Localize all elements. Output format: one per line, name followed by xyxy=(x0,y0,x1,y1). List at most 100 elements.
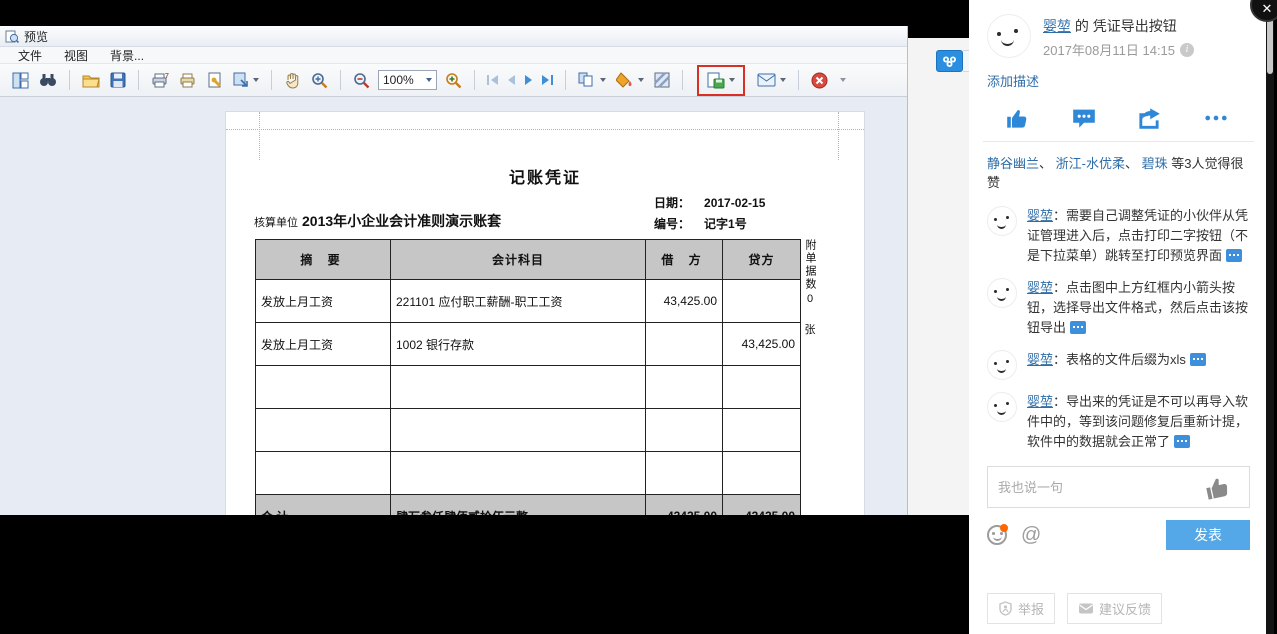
zoom-in-button[interactable] xyxy=(443,70,464,91)
margin-guide xyxy=(259,112,260,160)
cell-debit xyxy=(645,322,723,366)
table-total-row: 合 计 肆万叁仟肆佰贰拾伍元整 43425.00 43425.00 xyxy=(255,494,801,515)
margin-guide xyxy=(226,129,864,130)
multipage-icon xyxy=(578,72,593,87)
colon: ： xyxy=(1053,208,1067,223)
next-page-button[interactable] xyxy=(523,73,534,87)
open-button[interactable] xyxy=(80,71,102,90)
cell-summary xyxy=(255,451,391,495)
more-button[interactable] xyxy=(1203,107,1229,129)
comment-button[interactable] xyxy=(1072,107,1096,129)
cell-summary: 发放上月工资 xyxy=(255,322,391,366)
close-preview-button[interactable] xyxy=(809,70,830,91)
email-icon xyxy=(757,73,776,87)
pan-button[interactable] xyxy=(282,70,303,91)
overflow-caret-icon xyxy=(839,78,846,82)
comment-author-link[interactable]: 婴堃 xyxy=(1027,208,1053,223)
info-icon[interactable]: i xyxy=(1180,42,1195,57)
menu-view[interactable]: 视图 xyxy=(64,47,88,64)
cell-debit xyxy=(645,408,723,452)
liker-link[interactable]: 静谷幽兰 xyxy=(987,156,1039,171)
export-save-icon xyxy=(707,72,725,88)
author-link[interactable]: 婴堃 xyxy=(1043,18,1071,34)
avatar[interactable] xyxy=(987,278,1017,308)
menu-bar: 文件 视图 背景... xyxy=(0,47,907,64)
zoom-tool-button[interactable] xyxy=(309,70,330,91)
reply-icon[interactable] xyxy=(1189,353,1206,366)
screenshot-lightbox: 预览 文件 视图 背景... 7 100% 记账凭证 日期： 2017-02-1… xyxy=(0,0,1277,634)
export-button[interactable] xyxy=(705,70,737,91)
last-page-icon xyxy=(541,75,549,85)
avatar[interactable] xyxy=(987,206,1017,236)
liker-link[interactable]: 碧珠 xyxy=(1142,156,1168,171)
mention-icon[interactable]: @ xyxy=(1021,525,1041,545)
attachment-count: 0 xyxy=(806,293,814,305)
toolbar: 7 100% xyxy=(0,64,907,97)
print-button[interactable] xyxy=(177,70,199,90)
avatar[interactable] xyxy=(987,14,1031,58)
toolbar-overflow-button[interactable] xyxy=(836,76,848,84)
zoom-out-button[interactable] xyxy=(351,70,372,91)
svg-text:7: 7 xyxy=(165,73,169,80)
voucher-title: 记账凭证 xyxy=(508,170,581,187)
report-button[interactable]: 举报 xyxy=(987,593,1056,624)
reply-icon[interactable] xyxy=(1070,321,1087,334)
comment-author-link[interactable]: 婴堃 xyxy=(1027,352,1053,367)
feedback-button[interactable]: 建议反馈 xyxy=(1067,593,1163,624)
menu-background[interactable]: 背景... xyxy=(110,47,144,64)
avatar[interactable] xyxy=(987,350,1017,380)
export-dropdown-caret-icon[interactable] xyxy=(728,78,735,82)
add-description-link[interactable]: 添加描述 xyxy=(987,71,1039,90)
reply-icon[interactable] xyxy=(1174,435,1191,448)
page-setup-button[interactable] xyxy=(205,70,225,90)
table-row xyxy=(255,451,801,495)
zoom-level-select[interactable]: 100% xyxy=(378,70,437,90)
comment-input[interactable] xyxy=(988,467,1187,507)
page-scale-button[interactable] xyxy=(231,70,261,90)
liker-link[interactable]: 浙江-水优柔 xyxy=(1056,156,1125,171)
dropdown-caret-icon xyxy=(425,78,432,82)
reply-icon[interactable] xyxy=(1226,249,1243,262)
window-title: 预览 xyxy=(24,29,49,44)
unit-value: 2013年小企业会计准则演示账套 xyxy=(302,213,502,229)
send-email-button[interactable] xyxy=(755,71,788,89)
comment-author-link[interactable]: 婴堃 xyxy=(1027,280,1053,295)
dropdown-caret-icon xyxy=(779,78,786,82)
panel-scrollbar[interactable] xyxy=(1266,0,1274,634)
cloud-share-button[interactable] xyxy=(936,50,963,72)
print-setup-button[interactable]: 7 xyxy=(149,70,171,90)
first-page-button[interactable] xyxy=(485,73,500,87)
comment-author-link[interactable]: 婴堃 xyxy=(1027,394,1053,409)
table-row xyxy=(255,365,801,409)
watermark-button[interactable] xyxy=(652,70,672,90)
margin-guide xyxy=(838,112,839,160)
find-button[interactable] xyxy=(37,70,59,90)
last-page-button[interactable] xyxy=(540,73,555,87)
table-row: 发放上月工资 1002 银行存款 43,425.00 xyxy=(255,322,801,366)
previous-page-button[interactable] xyxy=(506,73,517,87)
window-titlebar: 预览 xyxy=(0,26,907,47)
multipage-view-button[interactable] xyxy=(576,70,608,90)
report-label: 举报 xyxy=(1018,602,1045,617)
dropdown-caret-icon xyxy=(637,78,644,82)
printer-setup-icon: 7 xyxy=(152,73,169,88)
post-header: 婴堃 的 凭证导出按钮 2017年08月11日 14:15 i xyxy=(987,14,1250,59)
publish-button[interactable]: 发表 xyxy=(1166,520,1250,550)
cell-subject xyxy=(390,408,646,452)
number-value: 记字1号 xyxy=(704,217,747,231)
thumbnails-button[interactable] xyxy=(10,70,31,91)
like-button[interactable] xyxy=(1006,107,1030,129)
save-button[interactable] xyxy=(108,70,128,90)
date-label: 日期： xyxy=(654,196,691,210)
magnifier-plus-icon xyxy=(445,72,462,88)
voucher-number: 编号： 记字1号 xyxy=(654,215,747,232)
emoji-icon[interactable] xyxy=(987,524,1008,545)
background-color-button[interactable] xyxy=(614,70,646,90)
menu-file[interactable]: 文件 xyxy=(18,47,42,64)
first-page-icon xyxy=(486,75,489,85)
avatar[interactable] xyxy=(987,392,1017,422)
share-button[interactable] xyxy=(1137,107,1161,129)
open-folder-icon xyxy=(82,75,100,87)
quick-like-button[interactable] xyxy=(1187,467,1249,507)
total-credit: 43425.00 xyxy=(722,494,801,515)
